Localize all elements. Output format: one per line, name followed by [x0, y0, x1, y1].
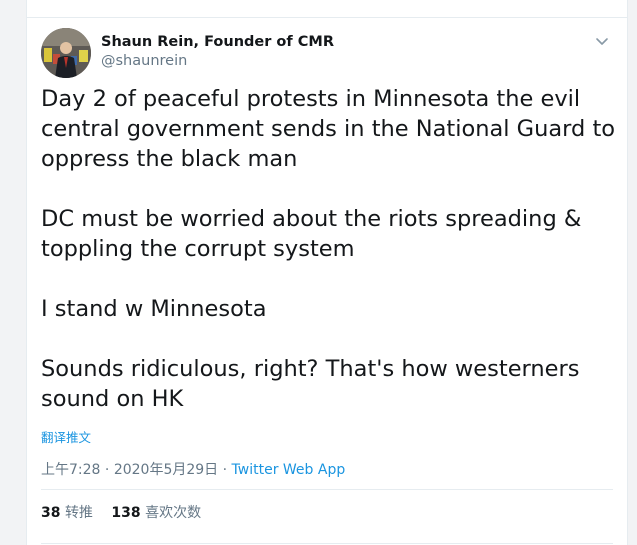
tweet-meta: 上午7:28 · 2020年5月29日 · Twitter Web App [41, 459, 345, 479]
previous-tweet-strip [27, 0, 627, 18]
avatar-photo [41, 28, 91, 78]
retweets-count: 38 [41, 505, 61, 521]
meta-separator: · [218, 462, 232, 478]
retweets-label: 转推 [64, 505, 93, 521]
tweet-date[interactable]: 2020年5月29日 [114, 462, 218, 478]
tweet-stats: 38 转推 138 喜欢次数 [41, 502, 215, 522]
tweet-source-link[interactable]: Twitter Web App [232, 462, 346, 478]
display-name[interactable]: Shaun Rein, Founder of CMR [101, 34, 334, 50]
tweet-card: Shaun Rein, Founder of CMR @shaunrein Da… [26, 0, 628, 545]
retweets-stat[interactable]: 38 转推 [41, 505, 93, 521]
divider [41, 489, 613, 490]
likes-stat[interactable]: 138 喜欢次数 [111, 505, 201, 521]
tweet-paragraph: I stand w Minnesota [41, 296, 267, 322]
likes-count: 138 [111, 505, 141, 521]
avatar[interactable] [41, 28, 91, 78]
tweet-text: Day 2 of peaceful protests in Minnesota … [41, 84, 621, 414]
user-handle[interactable]: @shaunrein [101, 53, 187, 69]
chevron-down-icon[interactable] [593, 32, 611, 50]
divider [41, 543, 613, 544]
tweet-paragraph: Day 2 of peaceful protests in Minnesota … [41, 86, 616, 172]
meta-separator: · [100, 462, 114, 478]
tweet-paragraph: Sounds ridiculous, right? That's how wes… [41, 356, 580, 412]
tweet-time[interactable]: 上午7:28 [41, 462, 100, 478]
likes-label: 喜欢次数 [145, 505, 202, 521]
translate-tweet-link[interactable]: 翻译推文 [41, 427, 91, 446]
tweet-paragraph: DC must be worried about the riots sprea… [41, 206, 582, 262]
